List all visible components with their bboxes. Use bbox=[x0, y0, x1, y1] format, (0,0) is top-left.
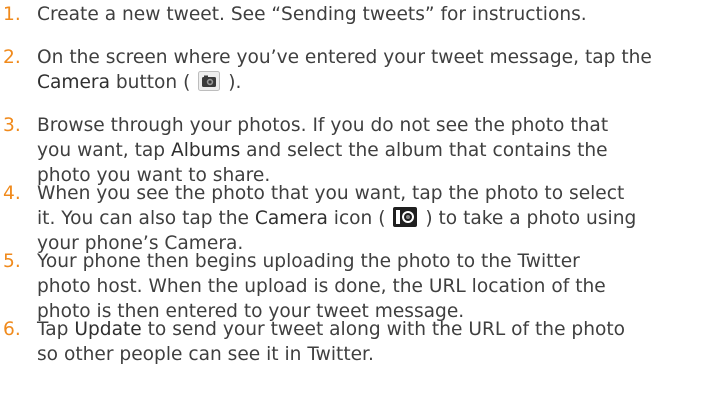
camera-button-icon bbox=[198, 71, 221, 98]
step-number: 5. bbox=[3, 251, 21, 272]
step-line: On the screen where you’ve entered your … bbox=[37, 47, 652, 68]
keyword-camera: Camera bbox=[37, 72, 110, 93]
step-line: photo host. When the upload is done, the… bbox=[37, 276, 606, 297]
camera-icon bbox=[393, 207, 418, 234]
step-text: Create a new tweet. See “Sending tweets”… bbox=[37, 2, 720, 27]
step-number: 6. bbox=[3, 319, 21, 340]
step-line: Create a new tweet. See “Sending tweets”… bbox=[37, 4, 587, 25]
step-fragment: and select the album that contains the bbox=[240, 140, 608, 161]
step-fragment: button ( bbox=[109, 72, 197, 93]
step-text: Your phone then begins uploading the pho… bbox=[37, 249, 720, 324]
step-number: 4. bbox=[3, 183, 21, 204]
step-text: On the screen where you’ve entered your … bbox=[37, 45, 720, 95]
step-number: 1. bbox=[3, 4, 21, 25]
step-number: 2. bbox=[3, 47, 21, 68]
step-line: Browse through your photos. If you do no… bbox=[37, 115, 609, 136]
step-text: Browse through your photos. If you do no… bbox=[37, 113, 720, 188]
step-number: 3. bbox=[3, 115, 21, 136]
step-line: Tap Update to send your tweet along with… bbox=[37, 317, 720, 342]
keyword-update: Update bbox=[74, 319, 142, 340]
step-fragment: it. You can also tap the bbox=[37, 208, 255, 229]
keyword-camera: Camera bbox=[254, 208, 328, 229]
step-fragment: to send your tweet along with the URL of… bbox=[141, 319, 626, 340]
step-text: Tap Update to send your tweet along with… bbox=[37, 317, 720, 367]
step-fragment: Tap bbox=[37, 319, 75, 340]
step-line: When you see the photo that you want, ta… bbox=[37, 183, 625, 204]
step-line: you want, tap Albums and select the albu… bbox=[37, 138, 720, 163]
keyword-albums: Albums bbox=[170, 140, 241, 161]
step-fragment: icon ( bbox=[327, 208, 392, 229]
step-line: Your phone then begins uploading the pho… bbox=[37, 251, 580, 272]
step-fragment: ) to take a photo using bbox=[419, 208, 637, 229]
instruction-document: 1. Create a new tweet. See “Sending twee… bbox=[0, 0, 722, 398]
step-line: it. You can also tap the Camera icon ( )… bbox=[37, 206, 720, 231]
step-fragment: ). bbox=[222, 72, 242, 93]
step-text: When you see the photo that you want, ta… bbox=[37, 181, 720, 256]
step-line: Camera button ( ). bbox=[37, 70, 720, 95]
step-line: so other people can see it in Twitter. bbox=[37, 344, 374, 365]
step-fragment: you want, tap bbox=[37, 140, 171, 161]
